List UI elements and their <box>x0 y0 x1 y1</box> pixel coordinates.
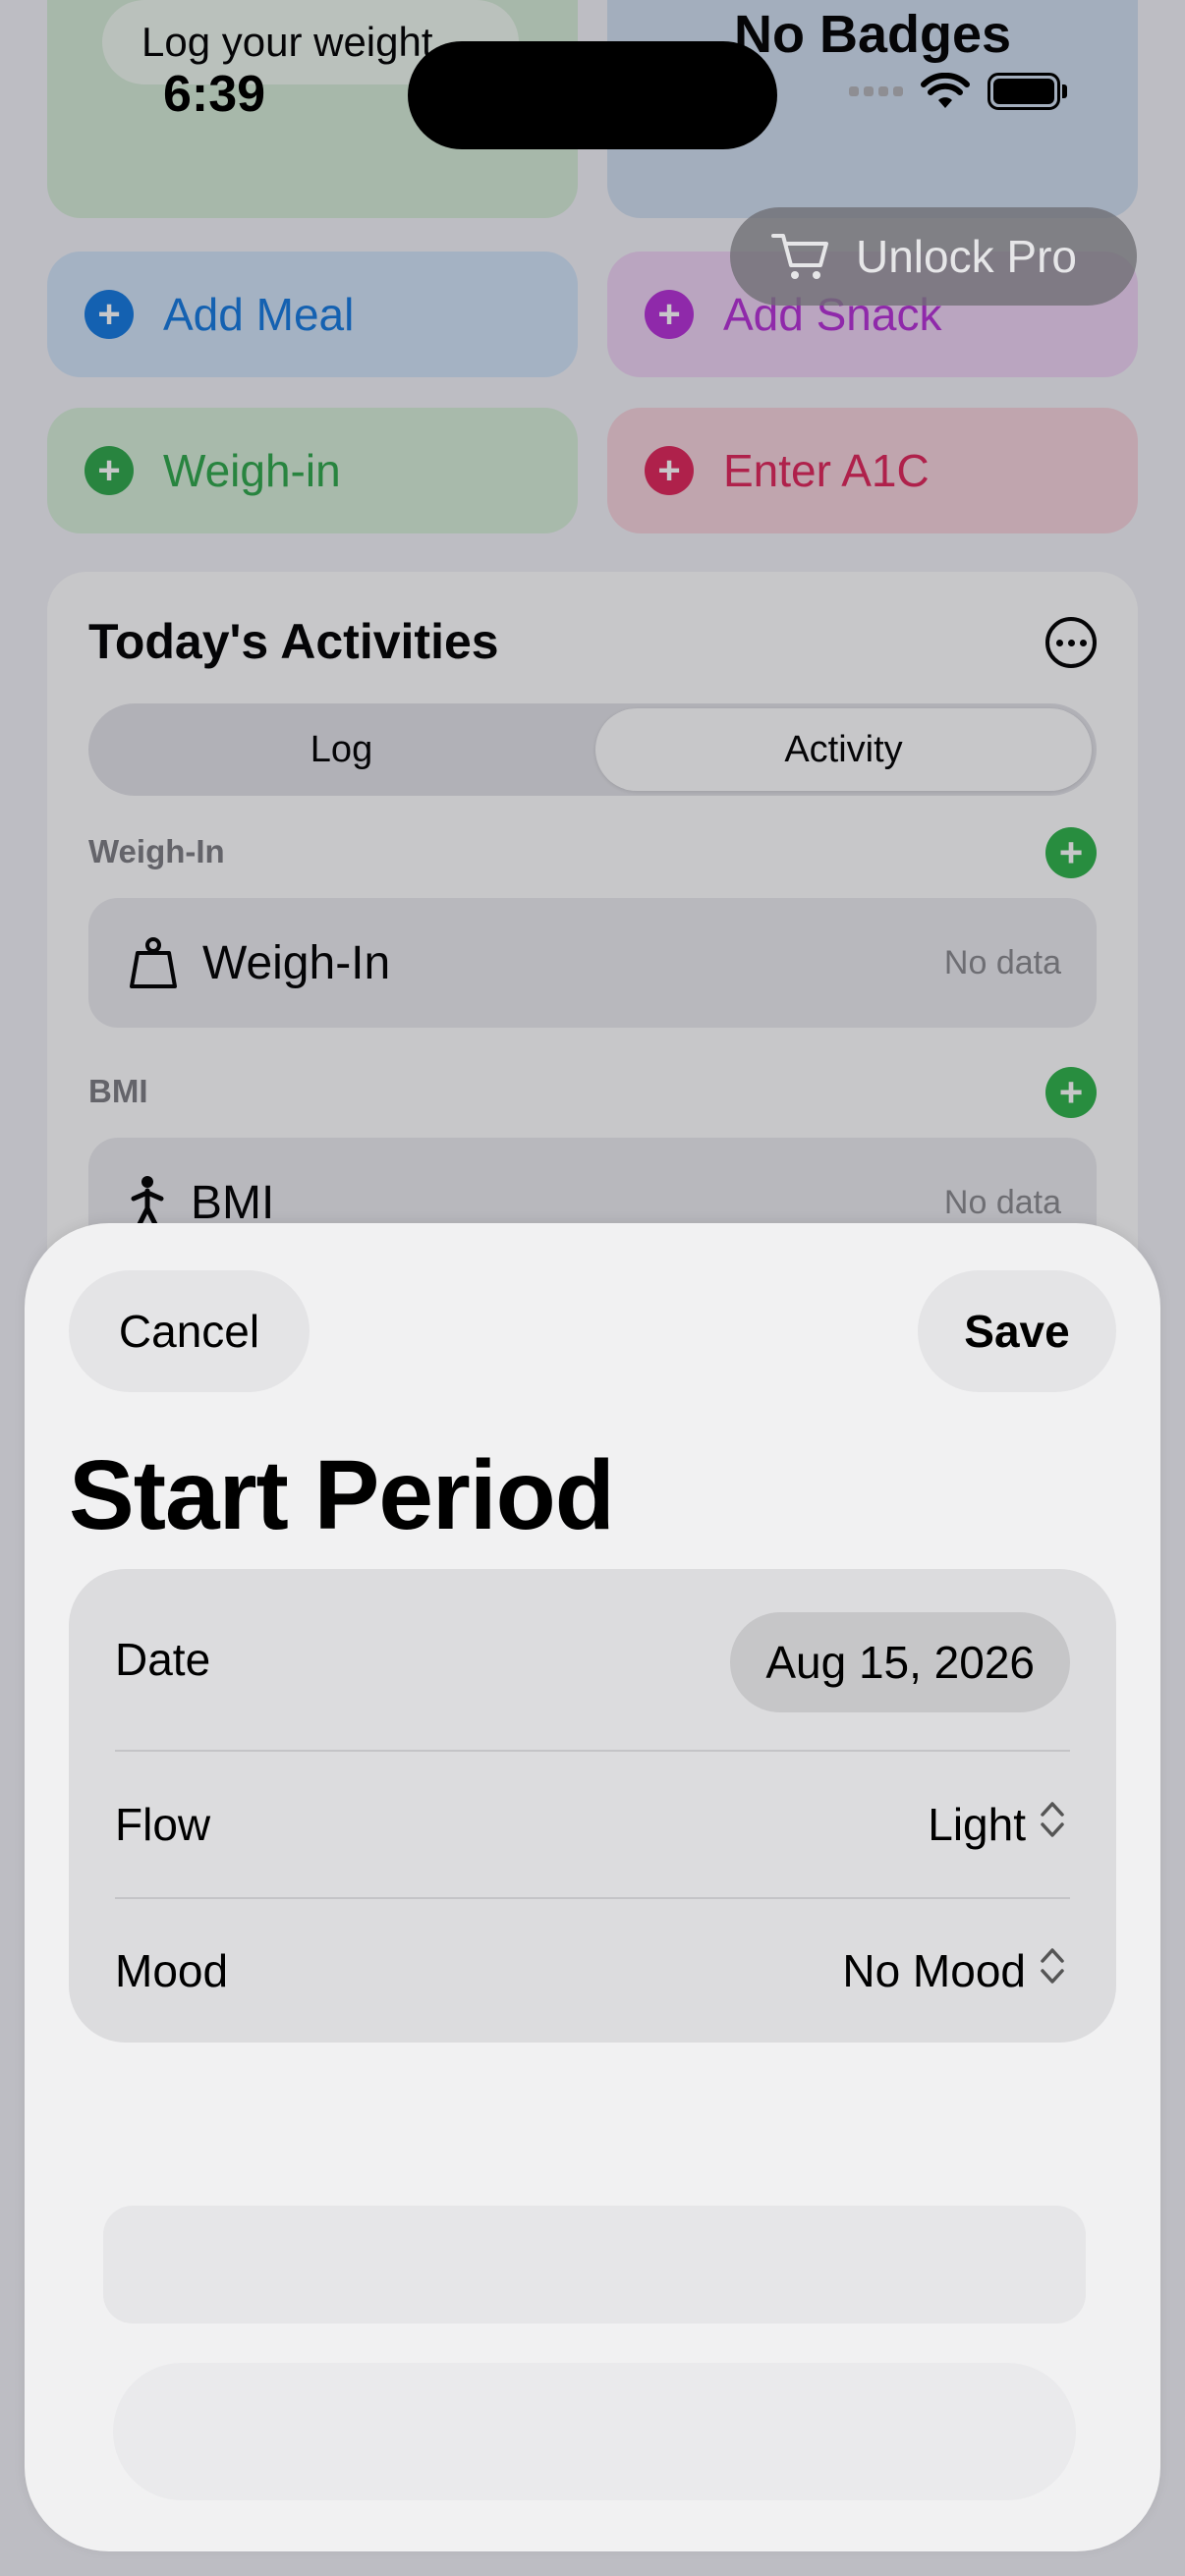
cellular-signal-icon <box>849 86 903 96</box>
mood-picker[interactable]: No Mood <box>842 1944 1067 1998</box>
status-time: 6:39 <box>163 66 266 123</box>
unlock-pro-button[interactable]: Unlock Pro <box>730 207 1137 306</box>
mood-value: No Mood <box>842 1945 1026 1996</box>
cancel-button[interactable]: Cancel <box>69 1270 310 1392</box>
flow-row[interactable]: Flow Light <box>69 1752 1116 1897</box>
date-row: Date Aug 15, 2026 <box>69 1569 1116 1750</box>
status-icons <box>849 73 1067 110</box>
date-picker-button[interactable]: Aug 15, 2026 <box>730 1612 1070 1712</box>
sheet-title: Start Period <box>69 1440 615 1550</box>
flow-value: Light <box>928 1799 1026 1850</box>
date-value: Aug 15, 2026 <box>765 1637 1035 1688</box>
save-button[interactable]: Save <box>918 1270 1116 1392</box>
mood-row[interactable]: Mood No Mood <box>69 1899 1116 2043</box>
period-form: Date Aug 15, 2026 Flow Light Mood No Moo… <box>69 1569 1116 2043</box>
blurred-row <box>103 2206 1086 2324</box>
dynamic-island <box>408 41 777 149</box>
date-label: Date <box>115 1634 211 1685</box>
flow-label: Flow <box>115 1799 211 1850</box>
chevron-up-down-icon <box>1038 1798 1067 1852</box>
battery-icon <box>988 73 1067 110</box>
blurred-tab-bar <box>113 2363 1076 2500</box>
mood-label: Mood <box>115 1945 229 1996</box>
cart-icon <box>771 232 828 281</box>
wifi-icon <box>921 73 970 110</box>
flow-picker[interactable]: Light <box>928 1798 1067 1852</box>
chevron-up-down-icon <box>1038 1944 1067 1998</box>
unlock-pro-label: Unlock Pro <box>856 231 1077 282</box>
start-period-sheet: Cancel Save Start Period Date Aug 15, 20… <box>25 1223 1160 2551</box>
